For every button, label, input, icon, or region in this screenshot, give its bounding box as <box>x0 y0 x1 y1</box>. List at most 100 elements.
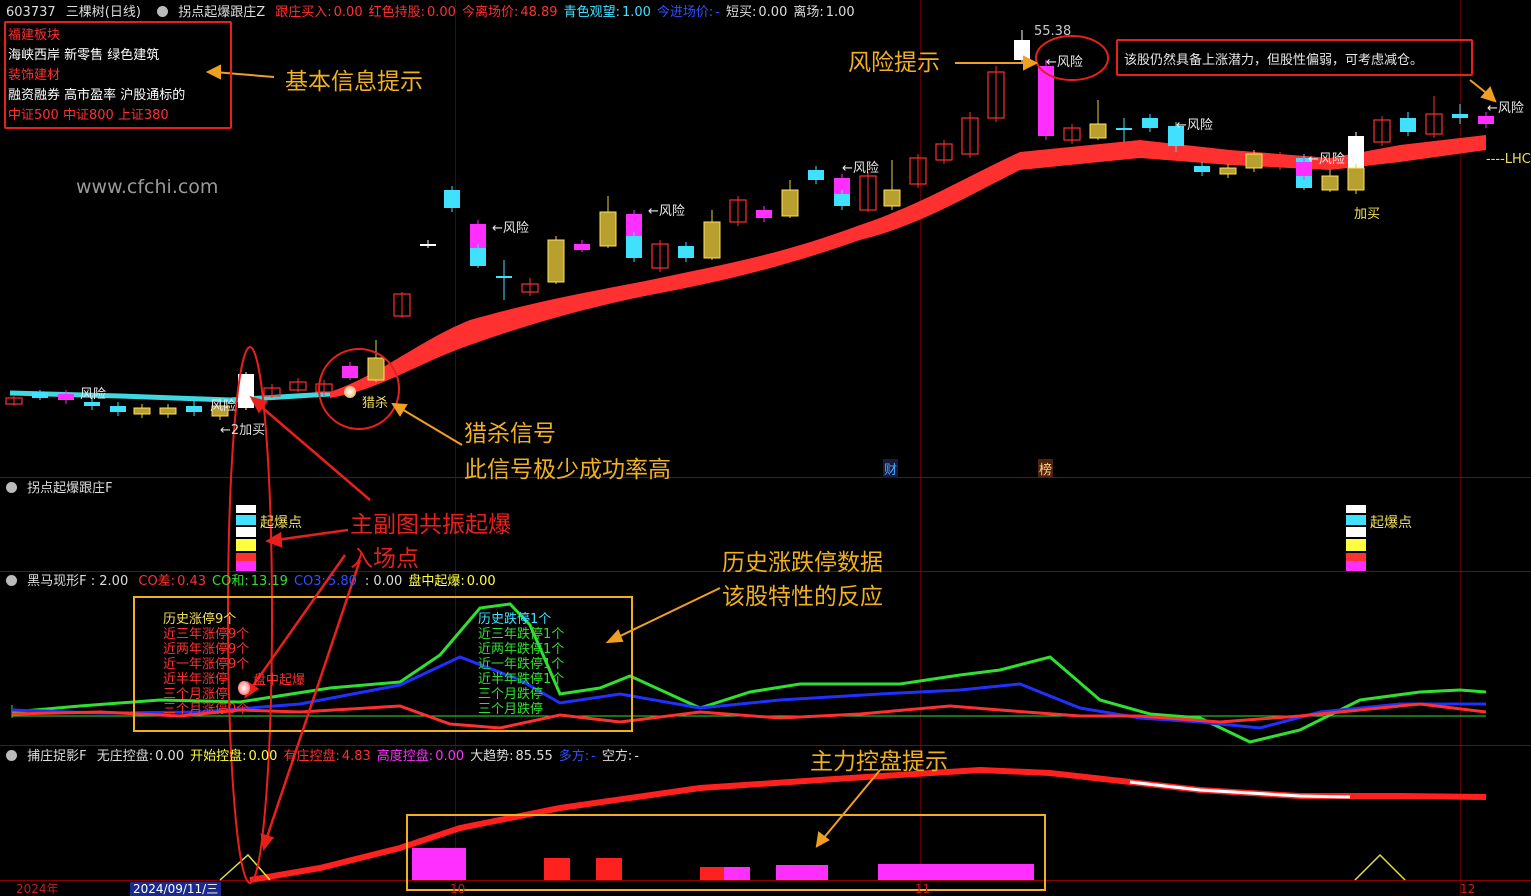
explode-label: 起爆点 <box>260 515 302 531</box>
header-item-value: 0.00 <box>333 5 363 20</box>
pane4-item-value: 4.83 <box>341 749 371 764</box>
info-line: 福建板块 <box>8 28 61 43</box>
header-item-value: 48.89 <box>520 5 558 20</box>
pane2-toggle-icon[interactable] <box>6 482 17 493</box>
pane3-item-value: 5.80 <box>327 574 357 589</box>
candle-body <box>1347 167 1365 191</box>
header-item-value: - <box>715 5 720 20</box>
pane4-item-label: 空方: <box>601 749 633 764</box>
info-line: 装饰建材 <box>8 68 61 83</box>
pane4-item-label: 无庄控盘: <box>96 749 154 764</box>
pane3-values: CO差: 0.43 CO和: 13.19 CO3: 5.80: 0.00 盘中起爆: 0.00 <box>138 574 501 589</box>
hunt-icon <box>344 386 356 398</box>
control-bar-magenta <box>412 848 466 880</box>
history-line: 三个月跌停 <box>478 687 544 702</box>
candle-body <box>1089 123 1107 139</box>
header-item-label: 青色观望: <box>563 5 620 20</box>
risk-annotation: 风险提示 <box>848 50 940 76</box>
axis-current-date[interactable]: 2024/09/11/三 <box>130 882 222 896</box>
candle-body <box>470 248 486 266</box>
candle-body <box>1452 114 1468 118</box>
candle-body <box>678 246 694 258</box>
history-line: 近三年跌停1个 <box>478 627 565 642</box>
candle-body <box>367 357 385 381</box>
history-line: 近两年跌停1个 <box>478 642 565 657</box>
pane4-item-value: - <box>591 749 596 764</box>
pane3-item-value: 0.43 <box>177 574 207 589</box>
resonance-annotation: 主副图共振起爆 <box>350 512 511 538</box>
candle-body <box>1321 175 1339 191</box>
pane3-item-value: 0.00 <box>466 574 496 589</box>
pane4-item-value: 0.00 <box>155 749 185 764</box>
pane4-toggle-icon[interactable] <box>6 750 17 761</box>
ranking-flag[interactable]: 榜 <box>1038 459 1054 478</box>
history-line: 三个月跌停 <box>478 702 544 717</box>
history-line: 近一年涨停9个 <box>163 657 250 672</box>
stock-name: 三棵树(日线) <box>65 5 141 20</box>
indicator-name[interactable]: 拐点起爆跟庄Z <box>178 5 265 20</box>
candle-body <box>420 244 436 246</box>
header-item-label: 跟庄买入: <box>275 5 332 20</box>
header-item-value: 1.00 <box>621 5 651 20</box>
info-line: 中证500 中证800 上证380 <box>8 108 169 123</box>
control-bar-red <box>700 867 724 880</box>
history-line: 近两年涨停9个 <box>163 642 250 657</box>
candle-body <box>599 211 617 247</box>
candle-body <box>32 392 48 398</box>
pane3-item-label: 盘中起爆: <box>408 574 465 589</box>
header-item-label: 短买: <box>726 5 757 20</box>
candle-body <box>834 194 850 206</box>
pane3-toggle-icon[interactable] <box>6 575 17 586</box>
header-item-label: 今进场价: <box>656 5 714 20</box>
control-bar-magenta <box>878 864 1034 880</box>
control-triangle <box>1354 853 1406 881</box>
risk-mark: ←风险 <box>1046 55 1083 70</box>
explode-label: 起爆点 <box>1370 515 1412 531</box>
stock-code: 603737 <box>6 5 56 20</box>
risk-mark: ←风险 <box>842 161 879 176</box>
history-line: 近半年涨停 <box>163 672 229 687</box>
indicator-toggle-icon[interactable] <box>157 6 169 17</box>
risk-mark: ←风险 <box>1308 152 1345 167</box>
finance-flag[interactable]: 财 <box>883 459 899 478</box>
limit-up-title: 历史涨停9个 <box>163 612 237 627</box>
pane4-item-value: 85.55 <box>515 749 553 764</box>
pane4-title[interactable]: 捕庄捉影F <box>27 749 86 764</box>
candle-body <box>547 239 565 283</box>
midday-explode: 盘中起爆 <box>253 673 306 688</box>
history-line: 近三年涨停9个 <box>163 627 250 642</box>
add-buy-mark: 加买 <box>1354 207 1381 222</box>
candle-body <box>496 276 512 278</box>
info-line: 海峡西岸 新零售 绿色建筑 <box>8 48 160 63</box>
pane3-item-label: CO差: <box>138 574 176 589</box>
high-price-label: 55.38 <box>1034 24 1072 39</box>
pane3-item-value: : 0.00 <box>364 574 403 589</box>
pane4-item-label: 多方: <box>558 749 590 764</box>
pane3-title[interactable]: 黑马现形F <box>27 574 86 589</box>
candle-body <box>444 190 460 208</box>
pane2-title[interactable]: 拐点起爆跟庄F <box>27 481 112 496</box>
pane4-item-label: 高度控盘: <box>376 749 434 764</box>
candle-body <box>781 189 799 217</box>
limit-up-lines: 近三年涨停9个 近两年涨停9个 近一年涨停9个 近半年涨停 三个月涨停 三个月涨停0个 <box>163 627 249 717</box>
axis-month: 12 <box>1460 882 1476 896</box>
pane4-item-value: 0.00 <box>435 749 465 764</box>
candle-body <box>1348 136 1364 168</box>
explode-marker-left <box>236 505 256 571</box>
control-bar-magenta <box>724 867 750 880</box>
lhc-mark: ----LHC <box>1486 152 1531 167</box>
candle-body <box>186 406 202 412</box>
candle-body <box>756 210 772 218</box>
pane4-item-label: 大趋势: <box>470 749 514 764</box>
header-item-value: 0.00 <box>427 5 456 20</box>
candle-body <box>133 407 151 415</box>
hunt-annotation: 猎杀信号 <box>464 421 556 447</box>
risk-text-box: 该股仍然具备上涨潜力，但股性偏弱，可考虑减仓。 <box>1116 39 1473 76</box>
header-item-label: 今离场价: <box>461 5 519 20</box>
risk-mark: ←风险 <box>648 204 685 219</box>
candle-body <box>1478 116 1494 124</box>
pane3-item-value: 13.19 <box>250 574 288 589</box>
pane4-item-value: - <box>634 749 639 764</box>
control-bar-red <box>596 858 622 880</box>
hunt-mark: 猎杀 <box>362 396 389 411</box>
